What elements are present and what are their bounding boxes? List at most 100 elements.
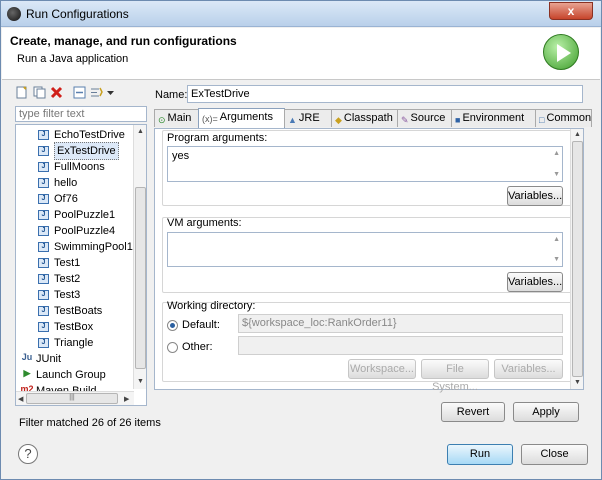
other-dir-field[interactable] [238,336,563,355]
arguments-tab-icon: (x)= [202,114,218,124]
launch-group-icon: ▶ [23,368,31,378]
source-tab-icon: ✎ [401,115,409,125]
eclipse-icon [7,7,21,21]
config-toolbar [13,84,133,102]
config-tree: J EchoTestDrive J ExTestDrive J FullMoons Jhel… [15,124,147,406]
delete-config-icon[interactable] [50,86,63,99]
java-app-icon: J [38,210,49,220]
tab-common[interactable]: □ Common [535,109,592,127]
tab-label: Common [546,112,592,124]
panel-scroll-down-icon[interactable]: ▼ [574,379,581,386]
ta-scroll-up-icon[interactable]: ▲ [553,150,560,157]
tree-hscroll-thumb[interactable]: ||| [26,393,118,404]
name-label: Name: [155,89,188,101]
program-args-label: Program arguments: [167,132,268,144]
program-args-textarea[interactable]: yes ▲ ▼ [167,146,563,182]
workspace-button[interactable]: Workspace... [348,359,416,379]
workdir-variables-button[interactable]: Variables... [494,359,563,379]
tab-main[interactable]: ⊙ Main [154,109,199,127]
filter-input[interactable]: type filter text [15,106,147,122]
tab-label: Arguments [219,111,273,123]
vm-args-textarea[interactable]: ▲ ▼ [167,232,563,267]
tab-source[interactable]: ✎ Source [397,109,452,127]
junit-icon: Ju [21,352,33,362]
panel-scroll-thumb[interactable] [572,141,583,377]
tree-item-label: Test2 [54,273,81,285]
java-app-icon: J [38,290,49,300]
java-app-icon: J [38,130,49,140]
tree-item-label: EchoTestDrive [54,129,125,141]
close-button[interactable]: Close [521,444,588,465]
tree-vertical-scrollbar[interactable]: ▲ ▼ [133,125,146,389]
file-system-button[interactable]: File System... [421,359,489,393]
scroll-left-icon[interactable]: ◀ [18,395,23,403]
tab-jre[interactable]: ▲ JRE [284,109,332,127]
java-app-icon: J [38,242,49,252]
java-app-icon: J [38,226,49,236]
panel-scroll-up-icon[interactable]: ▲ [574,131,581,138]
config-tabs: ⊙ Main (x)= Arguments ▲ JRE ◆ Classpath ✎ Source ■… [154,108,592,128]
java-app-icon: J [38,306,49,316]
apply-button[interactable]: Apply [513,402,579,422]
java-app-icon: J [38,274,49,284]
tree-horizontal-scrollbar[interactable]: ◀ ||| ▶ [16,391,134,405]
tab-label: Main [167,112,192,124]
filter-dropdown-icon[interactable] [106,86,115,99]
scroll-right-icon[interactable]: ▶ [124,395,129,403]
tab-label: Source [410,112,446,124]
title-bar: Run Configurations x [1,1,601,27]
tree-item-label: ExTestDrive [54,142,119,160]
tab-label: Classpath [343,112,393,124]
tree-item-label: Launch Group [36,369,106,381]
tree-item-label: TestBoats [54,305,103,317]
other-label: Other: [182,341,213,353]
default-radio[interactable] [167,320,178,331]
help-icon[interactable]: ? [18,444,38,464]
common-tab-icon: □ [539,115,545,125]
tree-item-label: PoolPuzzle1 [54,209,116,221]
tree-item-label: Of76 [54,193,78,205]
tab-arguments[interactable]: (x)= Arguments [198,108,285,128]
java-app-icon: J [38,322,49,332]
window-close-button[interactable]: x [549,2,593,20]
tree-scroll-thumb[interactable] [135,187,146,369]
name-input[interactable]: ExTestDrive [187,85,583,103]
tree-item-label: hello [54,177,78,189]
dialog-header: Create, manage, and run configurations R… [2,28,600,80]
filter-config-icon[interactable] [90,86,103,99]
java-app-icon: J [38,338,49,348]
run-button[interactable]: Run [447,444,513,465]
scroll-up-icon[interactable]: ▲ [137,128,144,135]
java-app-icon: J [38,162,49,172]
tab-classpath[interactable]: ◆ Classpath [331,109,398,127]
java-app-icon: J [38,258,49,268]
default-label: Default: [182,319,220,331]
filter-status: Filter matched 26 of 26 items [19,417,161,429]
vm-scroll-down-icon[interactable]: ▼ [553,256,560,263]
collapse-all-icon[interactable] [73,86,86,99]
tree-item-label: TestBox [54,321,94,333]
program-variables-button[interactable]: Variables... [507,186,563,206]
program-args-value: yes [172,150,190,162]
vm-variables-button[interactable]: Variables... [507,272,563,292]
ta-scroll-down-icon[interactable]: ▼ [553,171,560,178]
tab-environment[interactable]: ■ Environment [451,109,536,127]
header-subtitle: Run a Java application [17,53,129,65]
scroll-down-icon[interactable]: ▼ [137,378,144,385]
revert-button[interactable]: Revert [441,402,505,422]
vm-args-label: VM arguments: [167,217,242,229]
default-dir-field[interactable]: ${workspace_loc:RankOrder11} [238,314,563,333]
run-configurations-dialog: Run Configurations x Create, manage, and… [0,0,602,480]
duplicate-config-icon[interactable] [33,86,46,99]
new-config-icon[interactable] [15,86,28,99]
jre-tab-icon: ▲ [288,115,297,125]
working-dir-label: Working directory: [167,300,256,312]
window-title: Run Configurations [26,7,129,21]
classpath-tab-icon: ◆ [335,115,342,125]
vm-scroll-up-icon[interactable]: ▲ [553,236,560,243]
run-banner-icon [543,34,579,70]
tree-item-label: JUnit [36,353,62,365]
panel-scrollbar[interactable]: ▲ ▼ [570,129,583,389]
header-title: Create, manage, and run configurations [10,34,237,48]
other-radio[interactable] [167,342,178,353]
